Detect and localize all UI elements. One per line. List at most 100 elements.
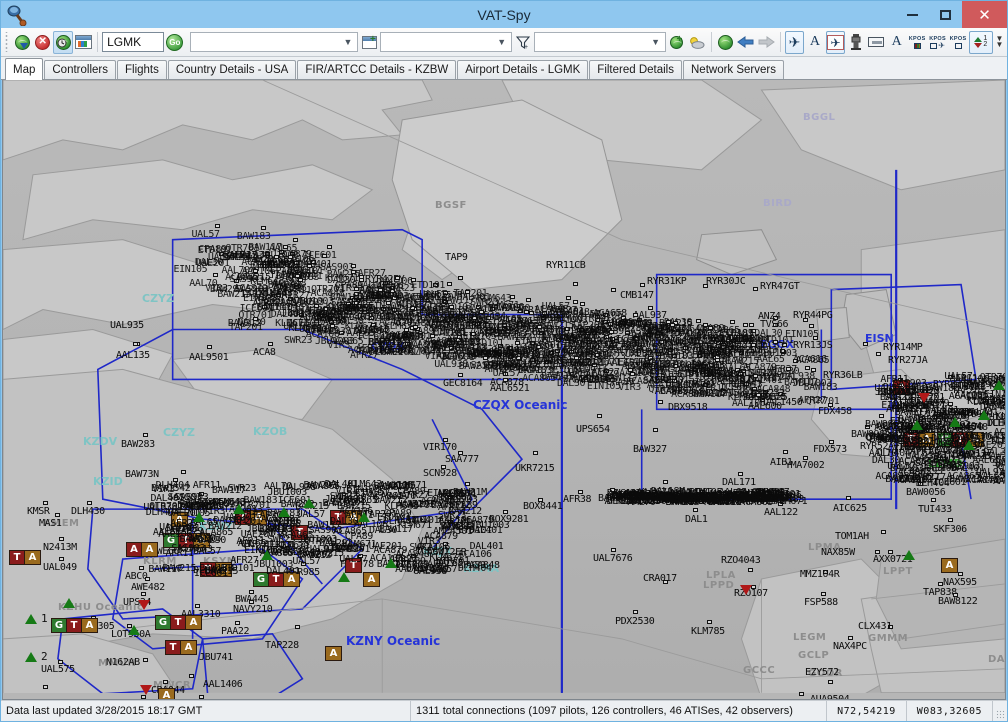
airport-triangle-marker[interactable] <box>338 572 350 582</box>
aircraft-callsign-label[interactable]: AWE482 <box>131 583 165 593</box>
aircraft-marker[interactable] <box>143 433 148 437</box>
aircraft-marker[interactable] <box>633 610 638 614</box>
aircraft-marker[interactable] <box>565 295 571 300</box>
aircraft-marker[interactable] <box>730 320 736 325</box>
aircraft-marker[interactable] <box>658 400 663 404</box>
aircraft-callsign-label[interactable]: MMZ104R <box>800 570 840 580</box>
aircraft-callsign-label[interactable]: DLH404 <box>386 312 420 322</box>
aircraft-marker[interactable] <box>640 283 645 287</box>
aircraft-marker[interactable] <box>133 342 138 346</box>
aircraft-callsign-label[interactable]: VIR3 <box>970 378 993 388</box>
show-fir-labels-toggle[interactable]: A <box>887 31 906 54</box>
aircraft-callsign-label[interactable]: AFR38 <box>563 495 592 505</box>
aircraft-marker[interactable] <box>139 566 144 570</box>
aircraft-callsign-label[interactable]: ACA865 <box>994 427 1005 438</box>
aircraft-callsign-label[interactable]: BAW183 <box>243 496 277 506</box>
aircraft-marker[interactable] <box>608 330 614 335</box>
aircraft-callsign-label[interactable]: UKR7215 <box>515 464 555 474</box>
tab-fir-artcc-details[interactable]: FIR/ARTCC Details - KZBW <box>297 60 457 79</box>
aircraft-callsign-label[interactable]: BAW215 <box>204 566 238 577</box>
aircraft-marker[interactable] <box>458 373 463 377</box>
aircraft-callsign-label[interactable]: RYR30JC <box>706 277 746 287</box>
aircraft-marker[interactable] <box>509 295 515 300</box>
aircraft-callsign-label[interactable]: FDX573 <box>813 445 847 455</box>
aircraft-callsign-label[interactable]: UAL57 <box>874 384 903 394</box>
aircraft-callsign-label[interactable]: GEC8164 <box>443 379 483 389</box>
aircraft-callsign-label[interactable]: QTR701 <box>806 397 840 407</box>
aircraft-marker[interactable] <box>848 636 853 640</box>
aircraft-callsign-label[interactable]: ACA848 <box>389 330 423 341</box>
airport-triangle-marker-offline[interactable] <box>138 600 150 610</box>
aircraft-marker[interactable] <box>773 340 778 345</box>
aircraft-marker[interactable] <box>141 695 146 699</box>
aircraft-callsign-label[interactable]: UAL935 <box>110 321 144 331</box>
aircraft-marker[interactable] <box>573 300 579 305</box>
aircraft-marker[interactable] <box>326 245 332 250</box>
aircraft-callsign-label[interactable]: BAW73N <box>125 470 159 480</box>
aircraft-callsign-label[interactable]: KLM643 <box>891 401 925 412</box>
aircraft-marker[interactable] <box>295 274 301 279</box>
kpos-aircraft-toggle[interactable]: KPOS ✈ <box>928 31 947 54</box>
aircraft-callsign-label[interactable]: TAP201 <box>228 516 262 527</box>
aircraft-callsign-label[interactable]: TOM1AH <box>835 532 869 542</box>
aircraft-callsign-label[interactable]: DBX9518 <box>668 403 708 413</box>
aircraft-marker[interactable] <box>863 342 868 346</box>
aircraft-marker[interactable] <box>235 621 240 625</box>
aircraft-callsign-label[interactable]: NAX85W <box>821 548 855 558</box>
aircraft-callsign-label[interactable]: CLX431 <box>858 622 892 632</box>
aircraft-callsign-label[interactable]: DLH404 <box>877 448 911 459</box>
aircraft-marker[interactable] <box>633 313 639 318</box>
aircraft-callsign-label[interactable]: RYR31KP <box>647 277 687 287</box>
aircraft-callsign-label[interactable]: VIR3 <box>175 525 198 535</box>
aircraft-callsign-label[interactable]: AAL70 <box>432 344 461 354</box>
aircraft-marker[interactable] <box>413 324 419 329</box>
tab-airport-details[interactable]: Airport Details - LGMK <box>457 60 589 79</box>
aircraft-marker[interactable] <box>479 309 485 314</box>
add-filter-button[interactable]: + <box>359 31 378 54</box>
aircraft-callsign-label[interactable]: UAL7676 <box>593 554 633 564</box>
airport-triangle-marker[interactable] <box>128 625 140 635</box>
aircraft-marker[interactable] <box>525 297 531 302</box>
aircraft-callsign-label[interactable]: AFR11 <box>370 291 399 301</box>
aircraft-callsign-label[interactable]: CMB147 <box>620 291 654 301</box>
aircraft-callsign-label[interactable]: AFR11 <box>166 549 195 559</box>
back-button[interactable] <box>736 31 755 54</box>
airport-triangle-marker[interactable] <box>949 417 961 427</box>
aircraft-marker[interactable] <box>611 288 616 292</box>
aircraft-callsign-label[interactable]: AAL70 <box>722 350 751 360</box>
aircraft-marker[interactable] <box>879 414 884 418</box>
aircraft-callsign-label[interactable]: UPS654 <box>576 425 610 435</box>
maximize-button[interactable] <box>929 1 962 28</box>
aircraft-callsign-label[interactable]: SWR23 <box>749 346 778 356</box>
aircraft-callsign-label[interactable]: ACA8 <box>253 348 276 358</box>
aircraft-callsign-label[interactable]: ACA879 <box>424 531 458 542</box>
aircraft-callsign-label[interactable]: AAL70 <box>388 492 417 502</box>
aircraft-callsign-label[interactable]: KMSR <box>27 507 50 517</box>
airport-triangle-marker[interactable] <box>903 550 915 560</box>
go-button[interactable]: Go <box>165 31 184 54</box>
aircraft-callsign-label[interactable]: RZO4043 <box>721 556 761 566</box>
toolbar-grip[interactable] <box>4 32 10 52</box>
aircraft-callsign-label[interactable]: RYR11CB <box>546 261 586 271</box>
aircraft-callsign-label[interactable]: JBU1003 <box>268 487 308 498</box>
aircraft-callsign-label[interactable]: UAL57 <box>493 368 522 379</box>
aircraft-callsign-label[interactable]: AFR11 <box>880 374 909 385</box>
aircraft-callsign-label[interactable]: AAL1406 <box>203 680 243 690</box>
aircraft-marker[interactable] <box>43 501 48 505</box>
aircraft-callsign-label[interactable]: AAL135 <box>116 351 150 361</box>
aircraft-marker[interactable] <box>181 470 186 474</box>
globe-view-button[interactable] <box>716 31 735 54</box>
aircraft-callsign-label[interactable]: DAL401 <box>973 398 1005 408</box>
aircraft-marker[interactable] <box>753 287 758 291</box>
aircraft-marker[interactable] <box>55 513 60 517</box>
aircraft-callsign-label[interactable]: KLM643 <box>729 380 763 390</box>
aircraft-marker[interactable] <box>350 264 356 269</box>
aircraft-callsign-label[interactable]: N2413M <box>43 543 77 553</box>
aircraft-callsign-label[interactable]: ACA848 <box>421 496 455 507</box>
filter-button[interactable]: + <box>513 31 532 54</box>
aircraft-callsign-label[interactable]: JBU1003 <box>470 520 510 531</box>
aircraft-marker[interactable] <box>958 572 963 576</box>
aircraft-callsign-label[interactable]: BAW117 <box>148 565 182 575</box>
aircraft-callsign-label[interactable]: TAP201 <box>357 346 391 357</box>
aircraft-callsign-label[interactable]: RYR27JA <box>888 356 928 366</box>
